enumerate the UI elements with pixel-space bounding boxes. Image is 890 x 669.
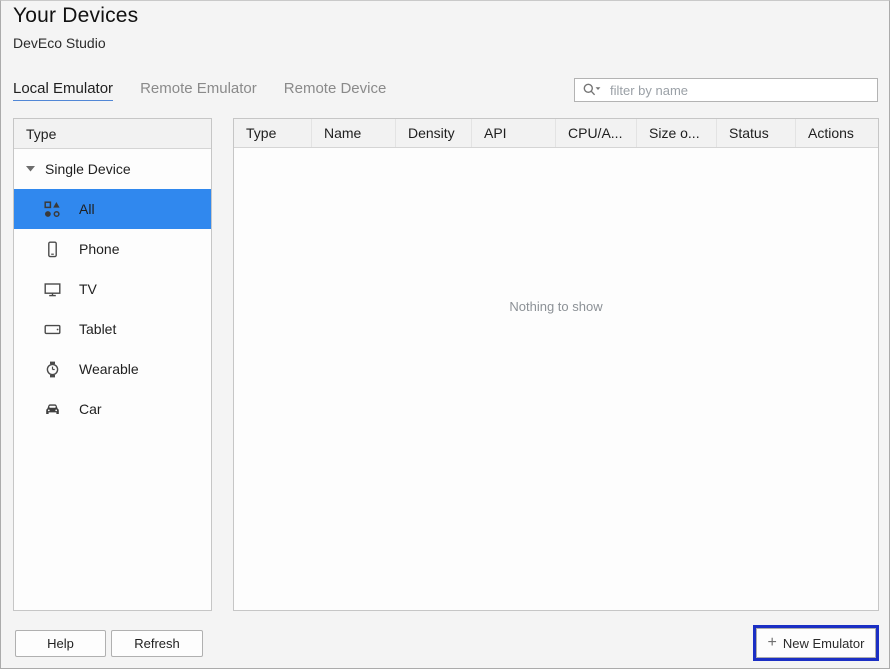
tree-group-label: Single Device <box>45 161 131 177</box>
column-header-type[interactable]: Type <box>234 119 312 147</box>
tablet-icon <box>44 321 61 338</box>
sidebar-item-all[interactable]: All <box>14 189 211 229</box>
sidebar-item-label: Wearable <box>79 361 139 377</box>
car-icon <box>44 401 61 418</box>
column-header-density[interactable]: Density <box>396 119 472 147</box>
new-emulator-focus-ring: + New Emulator <box>753 625 879 661</box>
tab-remote-emulator[interactable]: Remote Emulator <box>140 80 257 101</box>
column-header-size[interactable]: Size o... <box>637 119 717 147</box>
sidebar-item-label: All <box>79 201 95 217</box>
your-devices-dialog: Your Devices DevEco Studio Local Emulato… <box>0 0 890 669</box>
tab-local-emulator[interactable]: Local Emulator <box>13 80 114 101</box>
tab-bar: Local Emulator Remote Emulator Remote De… <box>13 80 386 101</box>
filter-by-name-input[interactable] <box>602 79 877 101</box>
search-icon <box>582 82 602 98</box>
page-title: Your Devices <box>13 4 139 27</box>
column-header-name[interactable]: Name <box>312 119 396 147</box>
column-header-actions[interactable]: Actions <box>796 119 878 147</box>
filter-search-box <box>574 78 878 102</box>
new-emulator-label: New Emulator <box>782 635 865 651</box>
help-button[interactable]: Help <box>15 630 106 657</box>
sidebar-item-label: Phone <box>79 241 120 257</box>
refresh-button[interactable]: Refresh <box>111 630 203 657</box>
type-column-header: Type <box>14 119 211 149</box>
new-emulator-button[interactable]: + New Emulator <box>756 628 876 658</box>
sidebar-item-tv[interactable]: TV <box>14 269 211 309</box>
plus-icon: + <box>767 634 777 651</box>
all-devices-icon <box>44 200 61 218</box>
sidebar-item-label: Car <box>79 401 102 417</box>
sidebar-item-car[interactable]: Car <box>14 389 211 429</box>
sidebar-item-phone[interactable]: Phone <box>14 229 211 269</box>
column-header-api[interactable]: API <box>472 119 556 147</box>
device-type-panel: Type Single Device All Phone TV Tablet W… <box>13 118 212 611</box>
phone-icon <box>44 241 61 258</box>
tv-icon <box>44 281 61 298</box>
wearable-icon <box>44 361 61 378</box>
tree-group-single-device[interactable]: Single Device <box>14 149 211 189</box>
empty-table-message: Nothing to show <box>509 299 603 314</box>
sidebar-item-wearable[interactable]: Wearable <box>14 349 211 389</box>
sidebar-item-label: TV <box>79 281 97 297</box>
sidebar-item-tablet[interactable]: Tablet <box>14 309 211 349</box>
column-header-cpu-abi[interactable]: CPU/A... <box>556 119 637 147</box>
sidebar-item-label: Tablet <box>79 321 117 337</box>
table-header-row: Type Name Density API CPU/A... Size o...… <box>234 119 878 148</box>
page-subtitle: DevEco Studio <box>13 35 106 51</box>
device-table-panel: Type Name Density API CPU/A... Size o...… <box>233 118 879 611</box>
column-header-status[interactable]: Status <box>717 119 796 147</box>
tab-remote-device[interactable]: Remote Device <box>284 80 387 101</box>
chevron-down-icon[interactable] <box>26 166 36 172</box>
